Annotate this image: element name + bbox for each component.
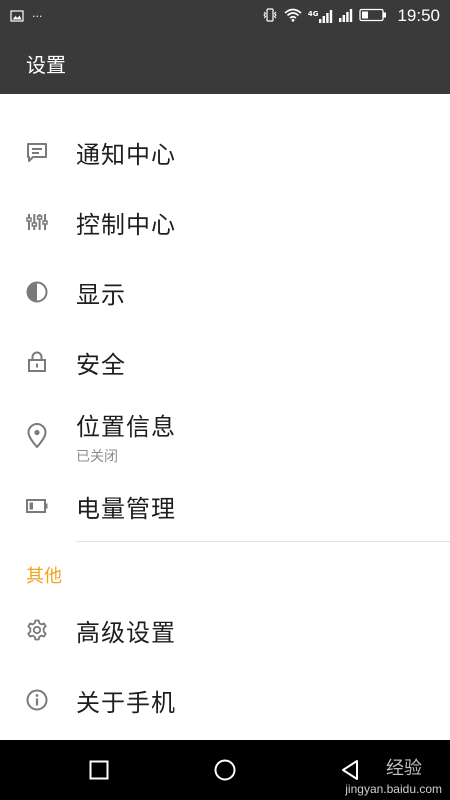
menu-item-advanced-settings[interactable]: 高级设置: [0, 596, 450, 664]
divider: [76, 541, 450, 542]
status-bar-right: 4G 19:50: [262, 6, 440, 26]
contrast-icon: [24, 279, 50, 305]
sliders-icon: [24, 209, 50, 235]
wifi-icon: [284, 7, 302, 26]
vibrate-icon: [262, 7, 278, 26]
navigation-bar: 经验 jingyan.baidu.com: [0, 740, 450, 800]
watermark-title: 经验: [386, 758, 422, 779]
menu-item-label: 高级设置: [76, 618, 176, 647]
menu-item-text: 控制中心: [76, 205, 176, 240]
app-bar: 设置: [0, 32, 450, 94]
image-icon: [10, 7, 24, 26]
menu-item-label: 显示: [76, 280, 126, 309]
menu-item-notification-center[interactable]: 通知中心: [0, 118, 450, 186]
menu-item-label: 电量管理: [76, 494, 176, 523]
section-header-other: 其他: [26, 566, 62, 587]
network-type: 4G: [307, 9, 319, 18]
menu-item-label: 位置信息: [76, 412, 176, 441]
menu-item-control-center[interactable]: 控制中心: [0, 188, 450, 256]
menu-item-battery-management[interactable]: 电量管理: [0, 472, 450, 540]
signal-icon: 4G: [307, 9, 334, 23]
home-icon[interactable]: [214, 759, 236, 785]
location-pin-icon: [24, 423, 50, 449]
menu-item-about-phone[interactable]: 关于手机: [0, 666, 450, 734]
recent-apps-icon[interactable]: [89, 760, 109, 784]
menu-item-text: 通知中心: [76, 135, 176, 170]
menu-item-text: 电量管理: [76, 489, 176, 524]
status-bar-left: ···: [10, 7, 43, 26]
page-title: 设置: [26, 52, 66, 77]
menu-item-label: 控制中心: [76, 210, 176, 239]
menu-item-display[interactable]: 显示: [0, 258, 450, 326]
menu-item-label: 安全: [76, 350, 126, 379]
menu-item-text: 高级设置: [76, 613, 176, 648]
notification-dots: ···: [32, 9, 43, 23]
menu-item-text: 位置信息 已关闭: [76, 407, 176, 466]
menu-item-subtitle: 已关闭: [76, 448, 118, 465]
menu-item-location[interactable]: 位置信息 已关闭: [0, 398, 450, 474]
clock: 19:50: [397, 6, 440, 25]
menu-item-label: 关于手机: [76, 688, 176, 717]
menu-item-text: 关于手机: [76, 683, 176, 718]
settings-list: 通知中心 控制中心 显示 安全 位置信息 已关闭 电量管理 其他 高级设置 关于…: [0, 94, 450, 740]
signal-icon-2: [339, 7, 353, 26]
message-icon: [24, 139, 50, 165]
menu-item-security[interactable]: 安全: [0, 328, 450, 396]
status-bar: ··· 4G 19:50: [0, 0, 450, 32]
info-icon: [24, 687, 50, 713]
gear-icon: [24, 617, 50, 643]
menu-item-label: 通知中心: [76, 140, 176, 169]
lock-icon: [24, 349, 50, 375]
watermark-url: jingyan.baidu.com: [345, 782, 442, 796]
menu-item-text: 安全: [76, 345, 126, 380]
battery-icon: [359, 7, 387, 26]
menu-item-text: 显示: [76, 275, 126, 310]
battery-icon: [24, 493, 50, 519]
